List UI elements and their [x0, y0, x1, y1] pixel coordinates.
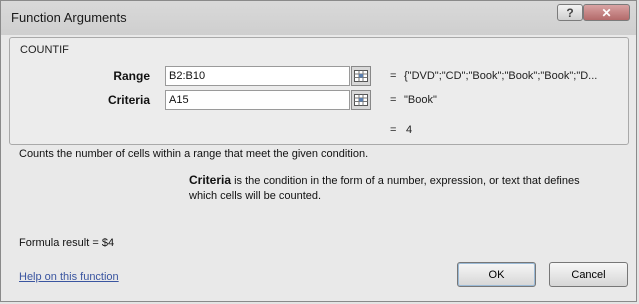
formula-result: Formula result = $4	[19, 237, 115, 249]
function-name: COUNTIF	[20, 44, 69, 56]
cancel-button[interactable]: Cancel	[549, 262, 628, 287]
range-input[interactable]: B2:B10	[165, 66, 350, 86]
argument-help: Criteria is the condition in the form of…	[189, 173, 609, 204]
criteria-equals: =	[390, 94, 397, 106]
collapse-dialog-icon	[354, 70, 368, 82]
function-description: Counts the number of cells within a rang…	[19, 148, 369, 160]
function-arguments-dialog: Function Arguments ? ✕ COUNTIF Range B2:…	[0, 0, 637, 302]
result-value: 4	[406, 124, 413, 136]
help-button[interactable]: ?	[557, 4, 583, 21]
result-equals: =	[390, 124, 397, 136]
arguments-group: COUNTIF Range B2:B10 = {"DVD";"CD";"Book…	[9, 37, 629, 145]
ok-button[interactable]: OK	[457, 262, 536, 287]
range-label: Range	[113, 69, 150, 83]
argument-help-name: Criteria	[189, 173, 232, 187]
close-button[interactable]: ✕	[583, 4, 630, 21]
question-icon: ?	[566, 5, 574, 20]
close-icon: ✕	[601, 5, 612, 20]
collapse-dialog-icon	[354, 94, 368, 106]
range-collapse-button[interactable]	[351, 66, 371, 86]
range-evaluated-value: {"DVD";"CD";"Book";"Book";"Book";"D...	[404, 70, 598, 82]
criteria-collapse-button[interactable]	[351, 90, 371, 110]
criteria-evaluated-value: "Book"	[404, 94, 437, 106]
criteria-input[interactable]: A15	[165, 90, 350, 110]
title-bar[interactable]: Function Arguments ? ✕	[1, 1, 636, 35]
range-equals: =	[390, 70, 397, 82]
help-on-function-link[interactable]: Help on this function	[19, 271, 119, 283]
dialog-title: Function Arguments	[11, 10, 127, 25]
criteria-label: Criteria	[107, 93, 150, 107]
argument-help-text: is the condition in the form of a number…	[189, 175, 580, 202]
